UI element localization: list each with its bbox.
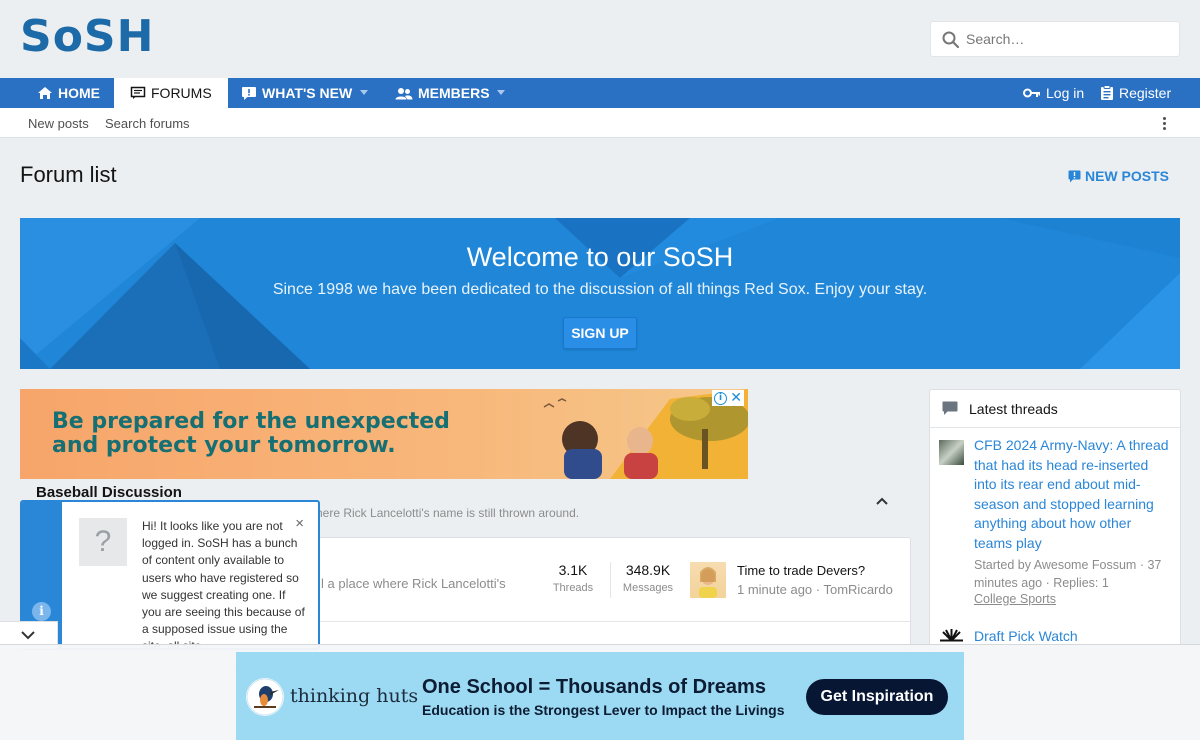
chevron-down-icon: [21, 631, 35, 640]
close-icon[interactable]: ×: [295, 516, 304, 531]
info-icon: i: [32, 602, 51, 621]
get-inspiration-button[interactable]: Get Inspiration: [806, 679, 948, 715]
latest-threads-title: Latest threads: [969, 400, 1058, 417]
messages-label: Messages: [622, 582, 674, 594]
site-header: SoSH: [0, 0, 1200, 78]
whats-new-dropdown-icon[interactable]: [360, 90, 368, 95]
tab-whats-new-label: WHAT'S NEW: [262, 85, 353, 101]
more-options-icon[interactable]: [1163, 117, 1167, 132]
page-title: Forum list: [20, 162, 117, 187]
tab-home-label: HOME: [58, 85, 100, 101]
new-posts-label: NEW POSTS: [1084, 168, 1169, 184]
thinking-huts-logo: [246, 678, 284, 716]
thread-avatar[interactable]: [939, 440, 964, 465]
register-link[interactable]: Register: [1100, 78, 1171, 108]
members-icon: [395, 87, 413, 99]
threads-count: 3.1K: [558, 562, 588, 578]
comment-icon: [942, 401, 958, 415]
category-title[interactable]: Baseball Discussion: [36, 484, 182, 501]
top-advertisement[interactable]: Be prepared for the unexpected and prote…: [20, 389, 748, 479]
tab-home[interactable]: HOME: [37, 78, 100, 108]
guest-notice-popup: i ? Hi! It looks like you are not logged…: [20, 500, 320, 650]
top-ad-line1: Be prepared for the unexpected: [52, 409, 450, 434]
site-logo[interactable]: SoSH: [20, 14, 154, 60]
tab-members-label: MEMBERS: [418, 85, 490, 101]
login-link[interactable]: Log in: [1023, 78, 1084, 108]
thread-title[interactable]: CFB 2024 Army-Navy: A thread that had it…: [974, 436, 1169, 554]
key-icon: [1023, 88, 1040, 98]
login-label: Log in: [1046, 85, 1085, 101]
ad-brand: thinking huts: [290, 685, 419, 707]
top-ad-headline: Be prepared for the unexpected and prote…: [52, 410, 450, 458]
clipboard-icon: [1101, 85, 1113, 100]
last-post-title[interactable]: Time to trade Devers?: [737, 563, 865, 578]
ad-choices[interactable]: i ✕: [712, 390, 744, 406]
thread-forum-link[interactable]: College Sports: [974, 592, 1056, 606]
welcome-subtitle: Since 1998 we have been dedicated to the…: [272, 281, 928, 298]
forum-description: l a place where Rick Lancelotti's: [321, 576, 506, 591]
subnav-search-forums[interactable]: Search forums: [105, 116, 190, 131]
messages-stat: 348.9K Messages: [619, 562, 677, 594]
ad-info-icon[interactable]: i: [714, 391, 727, 405]
new-posts-button[interactable]: NEW POSTS: [1068, 168, 1169, 184]
welcome-title: Welcome to our SoSH: [466, 242, 734, 272]
tab-members[interactable]: MEMBERS: [395, 78, 490, 108]
messages-count: 348.9K: [625, 562, 671, 578]
search-icon: [942, 31, 960, 49]
main-nav: HOME FORUMS WHAT'S NEW MEMBERS Log in Re…: [0, 78, 1200, 108]
latest-threads-header: Latest threads: [930, 390, 1180, 428]
question-mark-icon: ?: [79, 518, 127, 566]
subnav-new-posts[interactable]: New posts: [28, 116, 89, 131]
whats-new-icon: [242, 86, 256, 100]
bottom-ad-bar: thinking huts One School = Thousands of …: [0, 644, 1200, 740]
bottom-advertisement[interactable]: thinking huts One School = Thousands of …: [236, 652, 964, 740]
last-post-meta: 1 minute ago · TomRicardo: [737, 582, 893, 597]
welcome-banner: Welcome to our SoSH Since 1998 we have b…: [20, 218, 1180, 369]
new-posts-icon: [1068, 170, 1081, 182]
forum-icon: [130, 86, 146, 99]
tab-whats-new[interactable]: WHAT'S NEW: [241, 78, 352, 108]
collapse-chevron-icon[interactable]: [876, 497, 888, 505]
thread-meta: Started by Awesome Fossum · 37 minutes a…: [974, 558, 1162, 590]
category-description: here Rick Lancelotti's name is still thr…: [316, 506, 580, 520]
sign-up-button[interactable]: SIGN UP: [563, 317, 637, 349]
ad-subline: Education is the Strongest Lever to Impa…: [422, 702, 785, 718]
popup-message: Hi! It looks like you are not logged in.…: [142, 519, 305, 648]
tab-forums-label: FORUMS: [151, 85, 212, 101]
sub-nav: New posts Search forums: [0, 108, 1200, 138]
top-ad-line2: and protect your tomorrow.: [52, 433, 396, 458]
threads-stat: 3.1K Threads: [552, 562, 594, 594]
home-icon: [38, 87, 52, 99]
members-dropdown-icon[interactable]: [497, 90, 505, 95]
threads-label: Threads: [552, 582, 594, 594]
ad-headline: One School = Thousands of Dreams: [422, 676, 766, 698]
last-post-avatar[interactable]: [690, 562, 726, 598]
stat-divider: [610, 562, 611, 598]
ad-close-icon[interactable]: ✕: [730, 390, 742, 406]
search-input[interactable]: [966, 22, 1171, 56]
tab-forums[interactable]: FORUMS: [114, 78, 228, 108]
latest-threads-widget: Latest threads CFB 2024 Army-Navy: A thr…: [929, 389, 1181, 659]
search-box[interactable]: [930, 21, 1180, 57]
thread-title[interactable]: Draft Pick Watch: [974, 628, 1078, 644]
register-label: Register: [1119, 85, 1172, 101]
